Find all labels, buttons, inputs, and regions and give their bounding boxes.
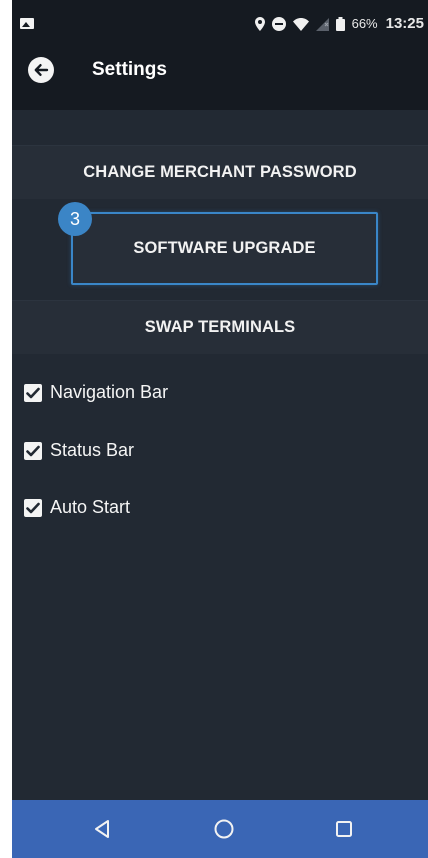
back-button[interactable] (28, 57, 54, 83)
software-upgrade-button[interactable]: SOFTWARE UPGRADE (71, 212, 378, 285)
auto-start-toggle[interactable]: Auto Start (24, 497, 130, 518)
status-clock: 13:25 (385, 15, 424, 32)
checkmark-icon (26, 387, 40, 398)
status-bar-checkbox[interactable] (24, 441, 42, 460)
battery-icon (335, 17, 345, 31)
battery-percentage: 66% (351, 16, 378, 31)
auto-start-checkbox[interactable] (24, 498, 42, 517)
gallery-icon (20, 18, 34, 29)
dnd-icon (271, 17, 286, 31)
app-header: Settings (12, 42, 428, 110)
swap-terminals-button[interactable]: SWAP TERMINALS (12, 300, 428, 354)
arrow-left-icon (34, 64, 49, 76)
wifi-icon (292, 17, 309, 31)
navigation-bar-label: Navigation Bar (50, 382, 169, 402)
status-icons: 66% 13:25 (254, 15, 424, 32)
signal-icon (315, 17, 329, 31)
page-title: Settings (92, 59, 167, 80)
navigation-bar-checkbox[interactable] (24, 383, 42, 402)
status-bar-toggle[interactable]: Status Bar (24, 440, 134, 461)
step-badge: 3 (58, 202, 92, 236)
device-screen: 66% 13:25 Settings CHANGE MERCHANT PASSW… (12, 0, 428, 858)
recents-square-icon[interactable] (332, 817, 356, 841)
change-merchant-password-button[interactable]: CHANGE MERCHANT PASSWORD (12, 145, 428, 199)
system-nav-bar (12, 800, 428, 858)
status-bar-label: Status Bar (50, 440, 135, 460)
status-bar: 66% 13:25 (12, 0, 428, 42)
navigation-bar-toggle[interactable]: Navigation Bar (24, 382, 168, 403)
back-triangle-icon[interactable] (90, 817, 114, 841)
checkmark-icon (26, 502, 40, 513)
home-circle-icon[interactable] (212, 817, 236, 841)
location-icon (254, 17, 265, 31)
checkmark-icon (26, 445, 40, 456)
auto-start-label: Auto Start (50, 497, 131, 517)
